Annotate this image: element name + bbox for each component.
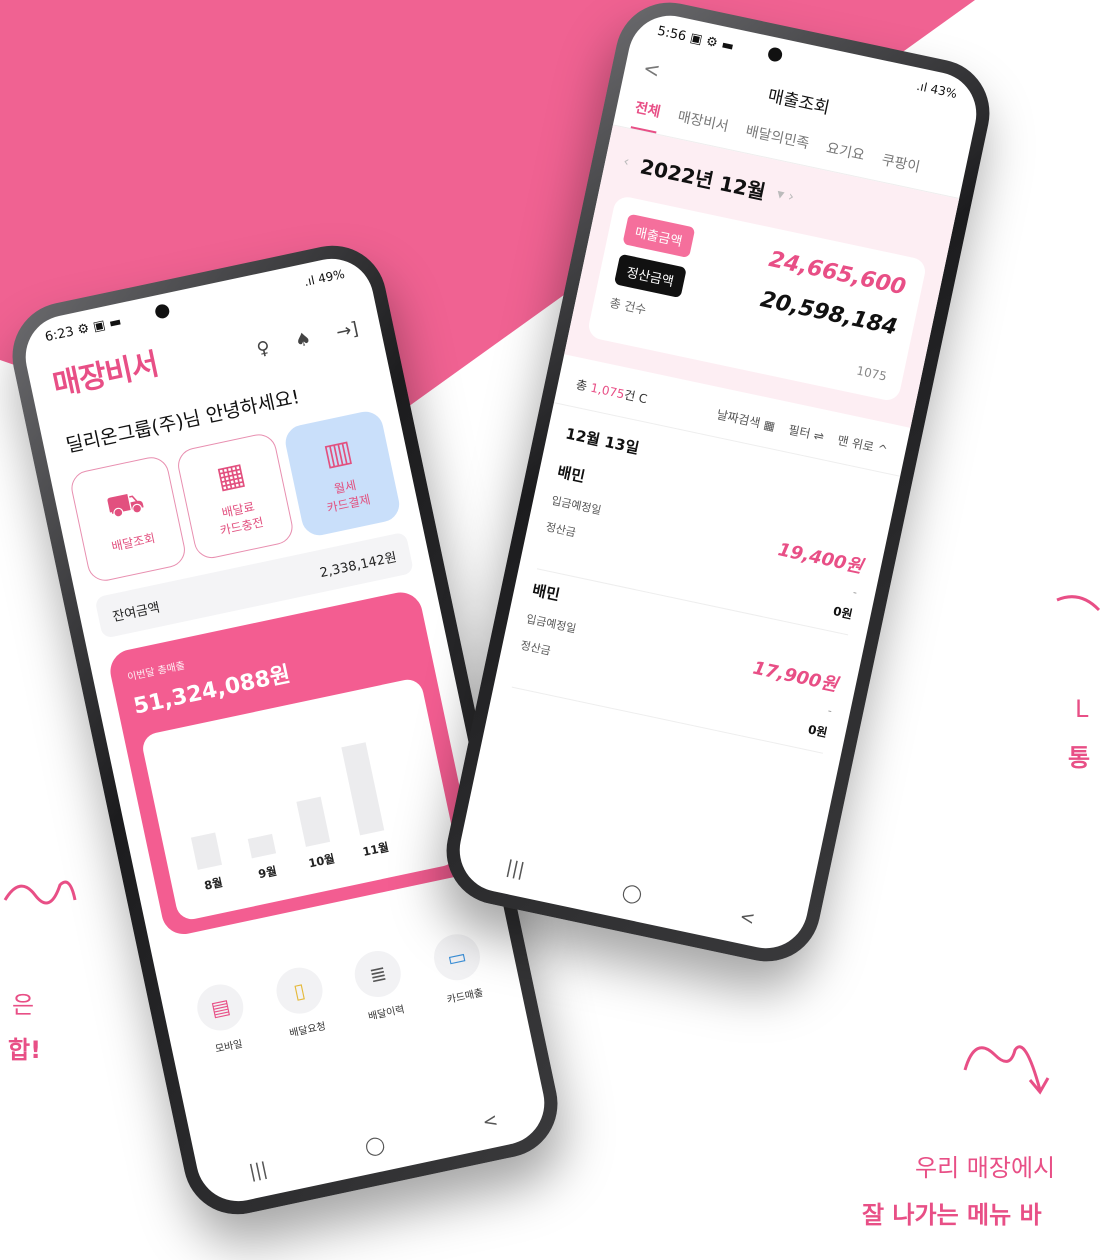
- chart-bar: [296, 796, 331, 847]
- status-time: 6:23: [43, 323, 76, 345]
- battery-indicator: .ıl 49%: [302, 266, 346, 290]
- squiggle-arrow-icon: [1056, 595, 1100, 612]
- status-time: 5:56: [655, 23, 688, 44]
- entry-dash: -: [826, 703, 834, 718]
- entry-dash: -: [851, 585, 859, 599]
- quick-label: 모바일: [214, 1038, 244, 1056]
- quick-delivery-request[interactable]: ▯ 배달요청: [271, 963, 331, 1040]
- tile-label: 배달조회: [110, 530, 157, 554]
- prev-month-icon[interactable]: ‹: [622, 153, 631, 170]
- status-icons: ⚙ ▣ ▬: [76, 313, 123, 338]
- quick-card-sales[interactable]: ▭ 카드매출: [429, 929, 488, 1007]
- squiggle-arrow-icon: [3, 880, 77, 905]
- back-arrow-icon[interactable]: <: [641, 55, 685, 87]
- logout-icon[interactable]: →]: [334, 318, 360, 343]
- mobile-card-icon: ▤: [193, 980, 248, 1035]
- bell-icon[interactable]: ♠: [293, 328, 313, 352]
- quick-label: 카드매출: [446, 987, 485, 1007]
- settle-amount-pill: 정산금액: [613, 253, 687, 299]
- filter-icon: ⇌: [812, 428, 826, 444]
- filter-button[interactable]: 필터 ⇌: [787, 421, 826, 445]
- quick-mobile[interactable]: ▤ 모바일: [193, 980, 252, 1057]
- quick-label: 배달이력: [367, 1004, 406, 1023]
- tile-delivery-fee-charge[interactable]: ▦ 배달료 카드충전: [175, 431, 296, 562]
- sales-amount-pill: 매출금액: [622, 213, 696, 259]
- quick-label: 배달요청: [288, 1021, 327, 1040]
- total-prefix: 총: [574, 377, 589, 394]
- home-button[interactable]: ◯: [620, 881, 644, 906]
- month-selector[interactable]: 2022년 12월: [638, 150, 769, 205]
- dropdown-icon[interactable]: ▾ ›: [775, 186, 795, 205]
- tile-label: 배달료 카드충전: [218, 499, 265, 538]
- filter-label: 필터: [787, 422, 812, 441]
- total-count[interactable]: 총 1,075건 C: [575, 376, 649, 408]
- back-button[interactable]: <: [481, 1110, 500, 1134]
- balance-value: 2,338,142원: [318, 549, 399, 581]
- caption-right-1: L: [1075, 695, 1089, 723]
- caption-left-1: 은: [12, 991, 35, 1019]
- squiggle-arrow-icon: [963, 1045, 1050, 1095]
- date-search-button[interactable]: 날짜검색 ▦: [715, 405, 777, 434]
- quick-delivery-history[interactable]: ≣ 배달이력: [350, 946, 410, 1024]
- total-count-number: 1,075: [589, 380, 626, 402]
- status-icons: ▣ ⚙ ▬: [688, 30, 736, 55]
- chart-tick-label: 11월: [361, 840, 390, 859]
- caption-right-2: 통: [1068, 744, 1091, 772]
- recent-apps-button[interactable]: |||: [504, 857, 526, 881]
- battery-indicator: .ıl 43%: [915, 78, 959, 102]
- tab-all[interactable]: 전체: [630, 96, 663, 134]
- caption-left-2: 합!: [8, 1036, 42, 1064]
- chart-tick-label: 10월: [307, 851, 336, 870]
- calendar-icon: ▦: [762, 417, 777, 434]
- back-button[interactable]: <: [738, 906, 757, 930]
- chevron-up-icon: ^: [875, 441, 889, 458]
- chart-bar: [247, 833, 277, 859]
- date-search-label: 날짜검색: [715, 407, 762, 431]
- tile-label: 월세 카드결제: [325, 477, 372, 515]
- balance-label: 잔여금액: [111, 600, 162, 625]
- building-icon: ▥: [320, 432, 356, 474]
- total-suffix: 건 C: [622, 387, 649, 407]
- document-icon: ≣: [350, 946, 406, 1002]
- tile-rent-card-payment[interactable]: ▥ 월세 카드결제: [282, 408, 403, 539]
- caption-bottom-1: 우리 매장에시: [915, 1154, 1056, 1182]
- entry-settle-label: 정산금: [544, 520, 578, 540]
- entry-settle-label: 정산금: [519, 638, 552, 658]
- phone-delivery-icon: ▯: [271, 963, 327, 1019]
- recent-apps-button[interactable]: |||: [247, 1159, 269, 1183]
- chart-bar: [190, 832, 223, 870]
- chart-tick-label: 9월: [257, 864, 278, 882]
- tile-delivery-lookup[interactable]: ⛟ 배달조회: [68, 453, 189, 585]
- chart-tick-label: 8월: [203, 875, 224, 893]
- scroll-top-label: 맨 위로: [836, 433, 876, 455]
- entry-deposit-label: 입금예정일: [550, 493, 603, 518]
- home-button[interactable]: ◯: [363, 1134, 387, 1159]
- chart-bar: [341, 742, 385, 836]
- scroll-top-button[interactable]: 맨 위로 ^: [836, 431, 889, 458]
- card-icon: ▭: [429, 929, 485, 985]
- caption-bottom-2: 잘 나가는 메뉴 바: [862, 1201, 1042, 1229]
- scooter-icon: ⛟: [103, 483, 148, 526]
- entry-deposit-label: 입금예정일: [525, 612, 578, 636]
- box-icon: ▦: [213, 455, 249, 496]
- user-icon[interactable]: ♀: [255, 337, 272, 360]
